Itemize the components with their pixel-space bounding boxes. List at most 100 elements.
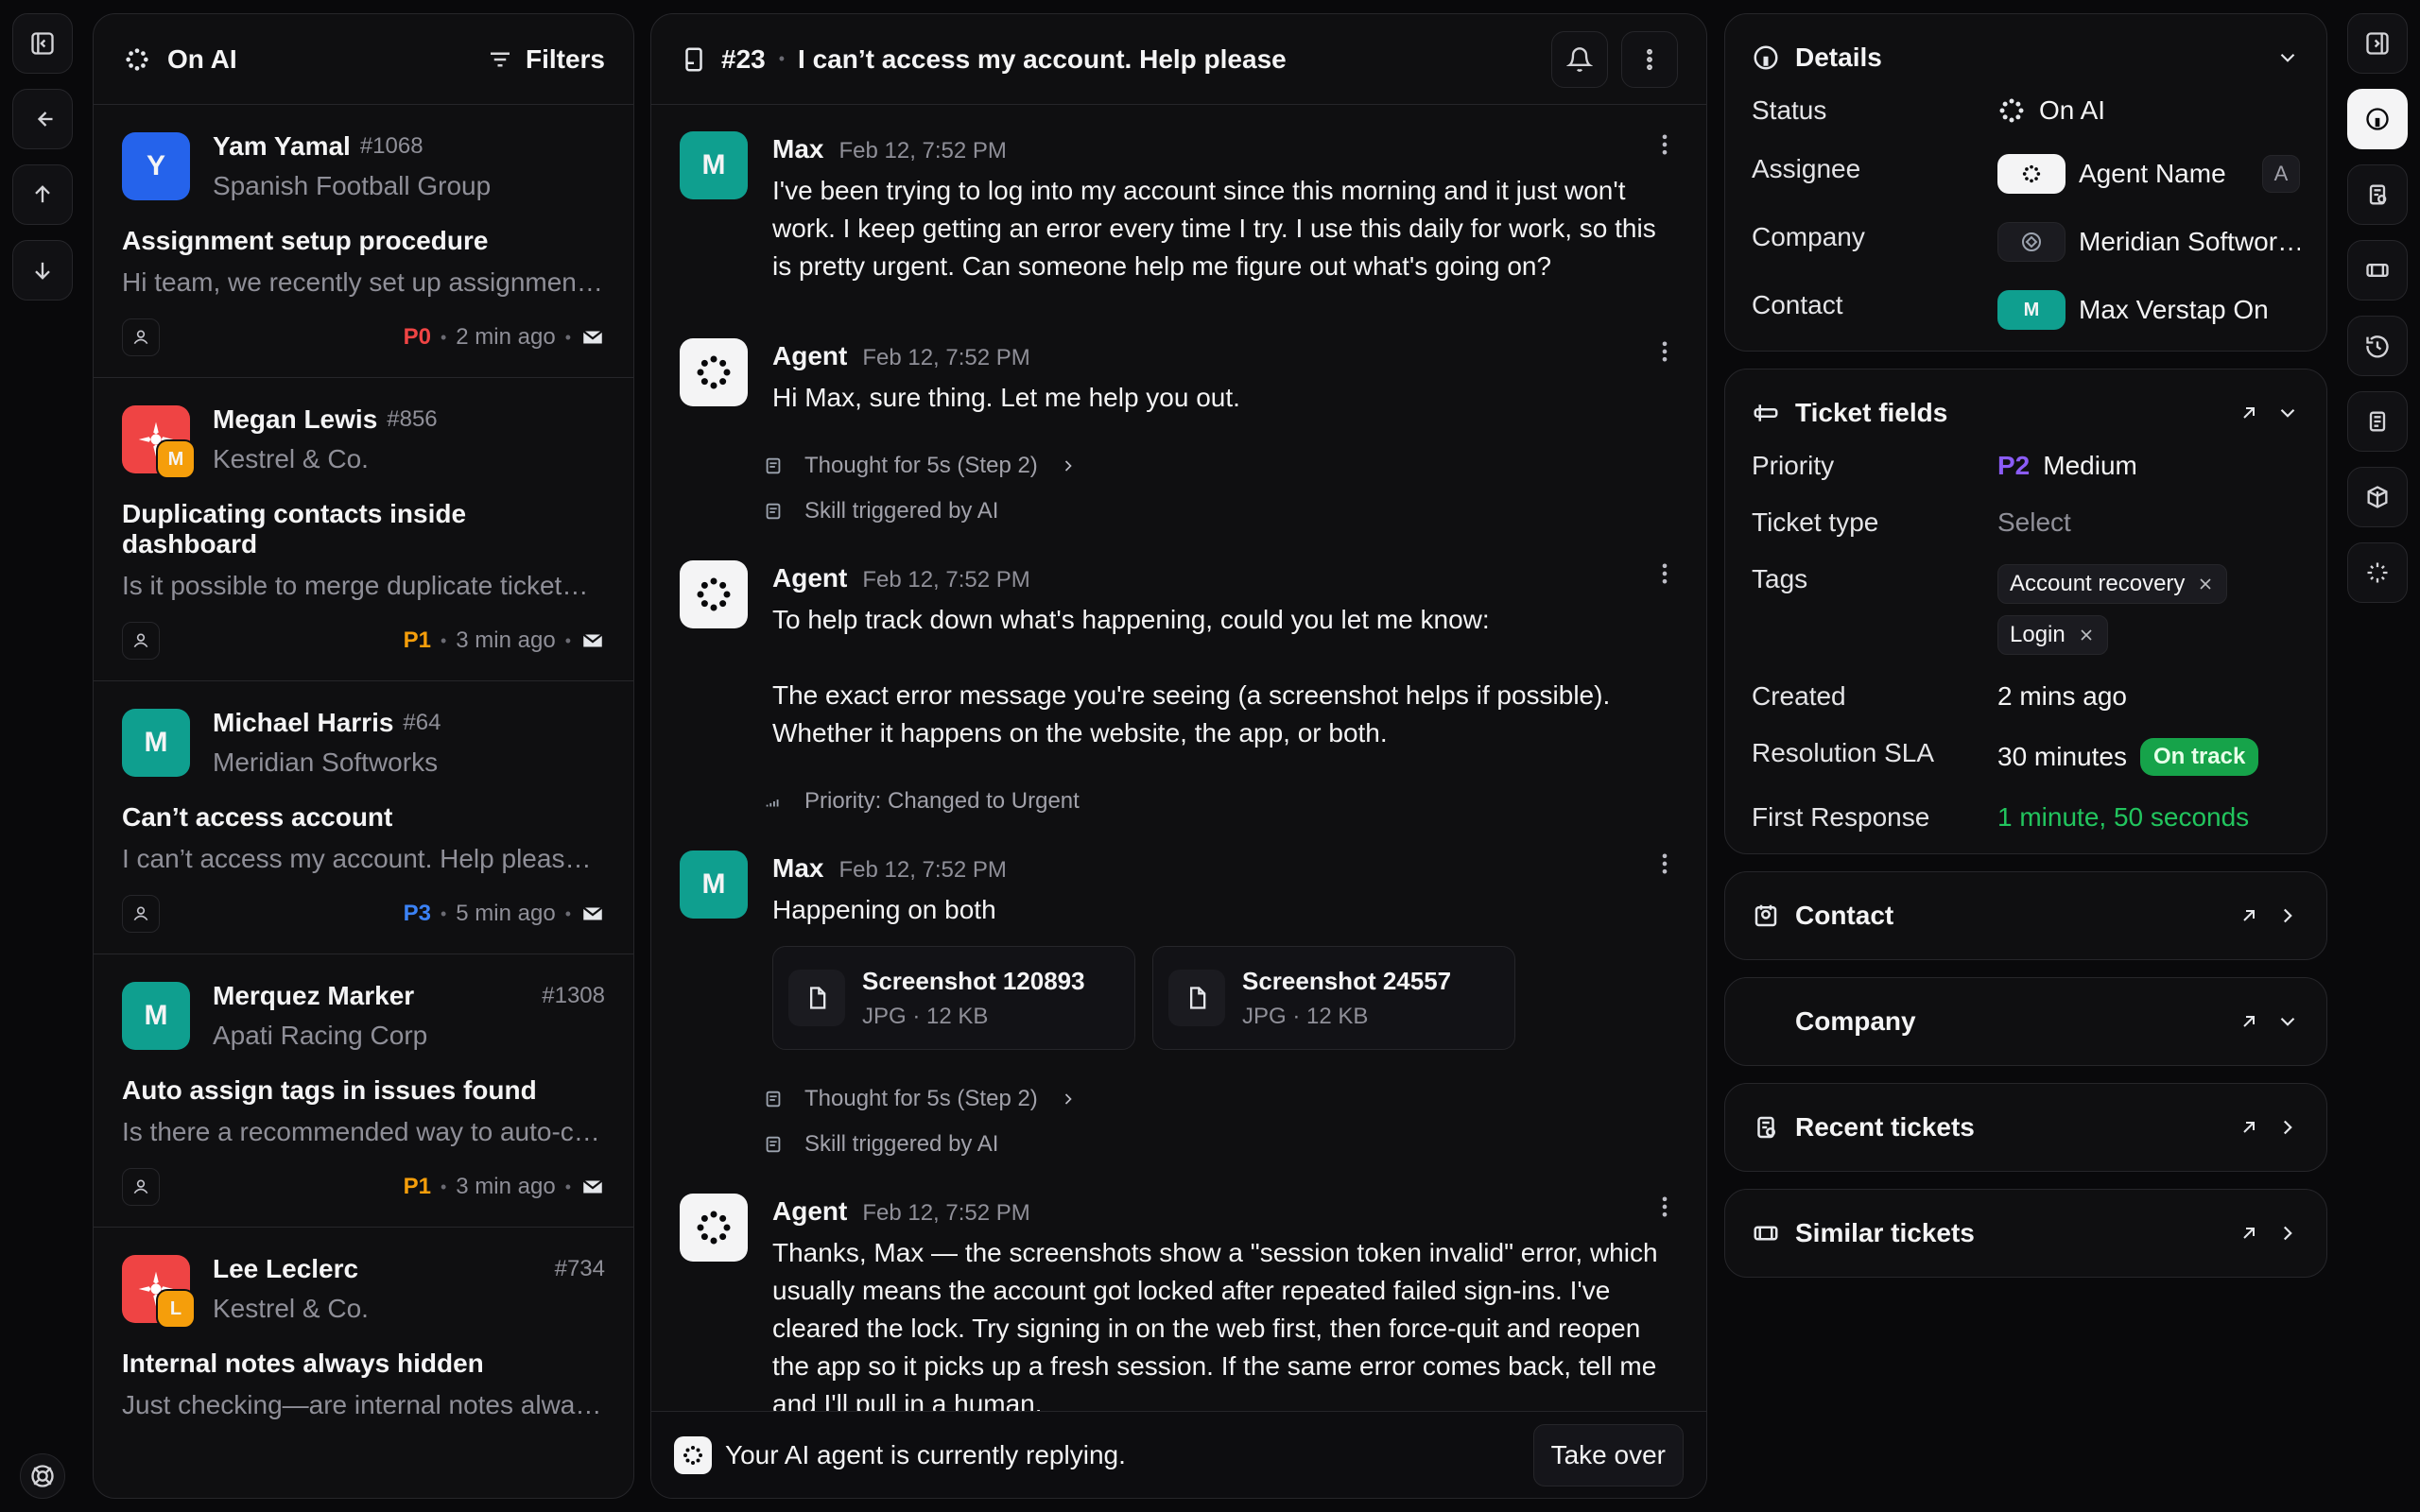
- agent-avatar: [680, 338, 748, 406]
- message-menu-icon[interactable]: [1651, 850, 1678, 877]
- take-over-button[interactable]: Take over: [1532, 1423, 1684, 1486]
- list-item[interactable]: Y Yam Yamal #1068 Spanish Football Group…: [94, 105, 633, 378]
- customer-avatar: M: [680, 850, 748, 919]
- contact-card[interactable]: Contact: [1724, 871, 2327, 960]
- card-title: Ticket fields: [1795, 398, 1948, 427]
- similar-tickets-tab[interactable]: [2347, 240, 2408, 301]
- message-line: To help track down what's happening, cou…: [772, 605, 1490, 634]
- message-menu-icon[interactable]: [1651, 1194, 1678, 1220]
- assets-tab[interactable]: [2347, 467, 2408, 527]
- sidebar-toggle-button[interactable]: [12, 13, 73, 74]
- card-title: Details: [1795, 43, 1882, 72]
- avatar: M: [122, 709, 190, 777]
- attachment[interactable]: Screenshot 120893 JPG · 12 KB: [772, 946, 1135, 1050]
- ticket-title: Auto assign tags in issues found: [122, 1075, 537, 1105]
- asterisk-icon: [697, 355, 731, 389]
- assignee-avatar: [1997, 154, 2066, 194]
- tag-chip[interactable]: Login: [1997, 615, 2108, 655]
- right-rail: [2342, 13, 2412, 1499]
- similar-tickets-card[interactable]: Similar tickets: [1724, 1189, 2327, 1278]
- prev-ticket-button[interactable]: [12, 164, 73, 225]
- company-name: Kestrel & Co.: [213, 1294, 369, 1323]
- message-time: Feb 12, 7:52 PM: [862, 567, 1030, 593]
- kebab-icon: [1647, 48, 1652, 70]
- chevron-right-icon[interactable]: [2275, 1115, 2300, 1140]
- avatar: L: [122, 1255, 196, 1329]
- card-title: Company: [1795, 1006, 1916, 1036]
- open-external-icon[interactable]: [2238, 402, 2260, 424]
- attachment[interactable]: Screenshot 24557 JPG · 12 KB: [1152, 946, 1515, 1050]
- company-name: Spanish Football Group: [213, 171, 492, 200]
- list-item[interactable]: M Michael Harris #64 Meridian Softworks …: [94, 681, 633, 954]
- info-tab[interactable]: [2347, 89, 2408, 149]
- more-actions-button[interactable]: [1621, 30, 1678, 88]
- fields-icon: [1754, 404, 1778, 421]
- priority-change-text: Priority: Changed to Urgent: [804, 788, 1080, 814]
- recent-tickets-card[interactable]: Recent tickets: [1724, 1083, 2327, 1172]
- ticket-icon: [1754, 1226, 1778, 1241]
- ticket-snippet: Hi team, we recently set up assignmen…: [122, 267, 603, 297]
- badge-letter: M: [167, 448, 184, 470]
- message-menu-icon[interactable]: [1651, 131, 1678, 158]
- field-key: Priority: [1752, 451, 1835, 480]
- thought-text: Thought for 5s (Step 2): [804, 1086, 1038, 1111]
- chevron-right-icon[interactable]: [2275, 903, 2300, 928]
- avatar: M: [122, 982, 190, 1050]
- card-title: Recent tickets: [1795, 1112, 1975, 1142]
- back-button[interactable]: [12, 89, 73, 149]
- agent-avatar: [680, 560, 748, 628]
- chevron-down-icon[interactable]: [2275, 1009, 2300, 1034]
- info-icon: [1754, 45, 1778, 70]
- detail-key: Status: [1752, 95, 1827, 125]
- collapse-right-button[interactable]: [2347, 13, 2408, 74]
- detail-key: Company: [1752, 222, 1865, 251]
- ticket-id: #1068: [359, 133, 424, 159]
- list-item[interactable]: M Merquez Marker #1308 Apati Racing Corp…: [94, 954, 633, 1228]
- open-external-icon[interactable]: [2238, 904, 2260, 927]
- notifications-button[interactable]: [1551, 30, 1608, 88]
- list-item[interactable]: L Lee Leclerc #734 Kestrel & Co. Interna…: [94, 1228, 633, 1441]
- ticket-type-select[interactable]: Select: [1997, 507, 2071, 538]
- recent-tickets-icon: [2369, 184, 2387, 205]
- chevron-down-icon[interactable]: [2275, 401, 2300, 425]
- open-external-icon[interactable]: [2238, 1116, 2260, 1139]
- close-icon[interactable]: [2196, 575, 2215, 593]
- recent-tickets-tab[interactable]: [2347, 164, 2408, 225]
- close-icon[interactable]: [2077, 626, 2096, 644]
- document-icon: [2369, 411, 2386, 432]
- author-name: Agent: [772, 563, 848, 593]
- message-time: Feb 12, 7:52 PM: [838, 857, 1007, 883]
- chevron-down-icon[interactable]: [2275, 45, 2300, 70]
- tag-chip[interactable]: Account recovery: [1997, 564, 2228, 604]
- message-menu-icon[interactable]: [1651, 338, 1678, 365]
- time-ago: 2 min ago: [456, 324, 556, 350]
- system-thought[interactable]: Thought for 5s (Step 2): [651, 443, 1706, 489]
- list-item[interactable]: M Megan Lewis #856 Kestrel & Co. Duplica…: [94, 378, 633, 681]
- asterisk-icon: [2022, 164, 2041, 183]
- chevron-right-icon: [1064, 1093, 1072, 1105]
- system-thought[interactable]: Thought for 5s (Step 2): [651, 1076, 1706, 1122]
- company-card[interactable]: Company: [1724, 977, 2327, 1066]
- author-name: Max: [772, 853, 824, 883]
- box-icon: [2367, 486, 2388, 508]
- notes-tab[interactable]: [2347, 391, 2408, 452]
- next-ticket-button[interactable]: [12, 240, 73, 301]
- filters-button[interactable]: Filters: [486, 44, 605, 75]
- ai-tab[interactable]: [2347, 542, 2408, 603]
- time-ago: 3 min ago: [456, 1174, 556, 1199]
- collapse-right-icon: [2366, 32, 2389, 55]
- help-button[interactable]: [20, 1453, 65, 1499]
- history-tab[interactable]: [2347, 316, 2408, 376]
- open-external-icon[interactable]: [2238, 1010, 2260, 1033]
- sla-status-badge: On track: [2139, 738, 2259, 776]
- message-time: Feb 12, 7:52 PM: [838, 138, 1007, 163]
- message-menu-icon[interactable]: [1651, 560, 1678, 587]
- open-external-icon[interactable]: [2238, 1222, 2260, 1245]
- mail-icon: [582, 906, 603, 920]
- created-value: 2 mins ago: [1997, 681, 2127, 711]
- chevron-right-icon[interactable]: [2275, 1221, 2300, 1246]
- message: M Max Feb 12, 7:52 PM I've been trying t…: [651, 105, 1706, 312]
- message-text: I've been trying to log into my account …: [772, 176, 1656, 281]
- company-name: Apati Racing Corp: [213, 1021, 428, 1050]
- message-text: Hi Max, sure thing. Let me help you out.: [772, 383, 1240, 412]
